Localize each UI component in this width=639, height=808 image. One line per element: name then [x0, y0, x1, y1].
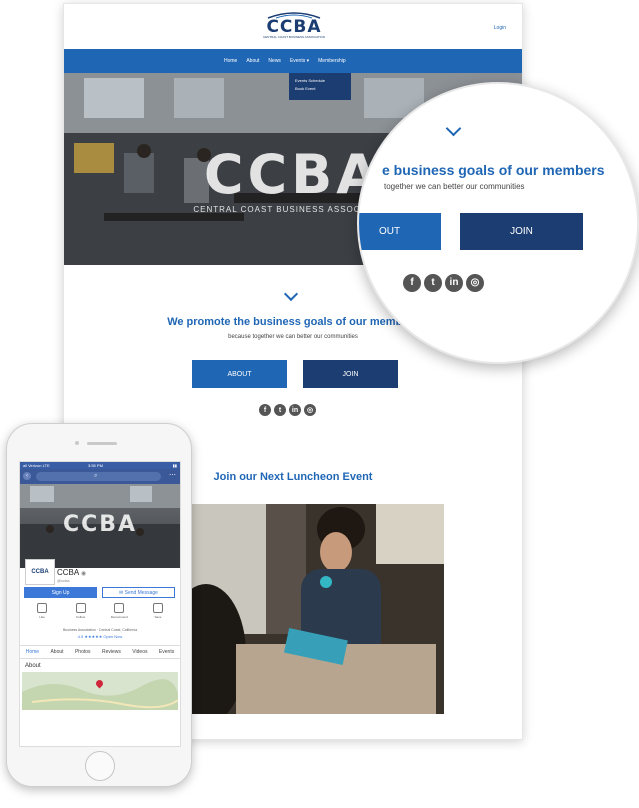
twitter-icon[interactable]: t	[424, 274, 442, 292]
search-icon: ⌕	[94, 473, 98, 479]
phone-screen: all Verizon LTE 3:55 PM ▮▮ ‹ ⌕ ⋯ CCBA CC…	[19, 461, 181, 747]
page-name-text: CCBA	[57, 568, 79, 577]
page-rating[interactable]: 4.9 ★★★★★ Open Now	[20, 634, 180, 639]
about-heading: About	[25, 663, 41, 669]
messenger-icon: ✉	[119, 589, 124, 596]
magnified-tagline-subtext: together we can better our communities	[384, 182, 525, 191]
save-action[interactable]: Save	[140, 603, 176, 619]
magnified-social-links: f t in ◎	[403, 274, 484, 292]
facebook-search-input[interactable]: ⌕	[36, 472, 161, 481]
tab-events[interactable]: Events	[159, 649, 174, 655]
tab-reviews[interactable]: Reviews	[102, 649, 121, 655]
page-description: Business Association · Central Coast, Ca…	[62, 628, 138, 632]
back-icon[interactable]: ‹	[23, 472, 31, 480]
clock-text: 3:55 PM	[88, 463, 103, 468]
battery-icon: ▮▮	[172, 463, 177, 468]
magnified-about-button[interactable]: OUT	[359, 213, 441, 250]
save-icon	[152, 603, 163, 613]
magnified-join-button[interactable]: JOIN	[460, 213, 583, 250]
join-button[interactable]: JOIN	[303, 360, 398, 388]
instagram-icon[interactable]: ◎	[304, 404, 316, 416]
nav-bar: Home About News Events ▾ Membership	[64, 49, 522, 73]
location-map[interactable]	[22, 672, 178, 710]
like-action[interactable]: Like	[24, 603, 60, 619]
login-link[interactable]: Login	[494, 25, 506, 31]
about-button[interactable]: ABOUT	[192, 360, 287, 388]
carrier-text: all Verizon LTE	[23, 463, 50, 468]
facebook-icon[interactable]: f	[403, 274, 421, 292]
front-camera	[75, 441, 79, 445]
linkedin-icon[interactable]: in	[289, 404, 301, 416]
facebook-icon[interactable]: f	[259, 404, 271, 416]
home-button[interactable]	[85, 751, 115, 781]
magnifier-callout: e business goals of our members together…	[357, 82, 639, 364]
luncheon-photo	[186, 504, 444, 714]
logo-subtitle: CENTRAL COAST BUSINESS ASSOCIATION	[263, 35, 325, 39]
social-links: f t in ◎	[259, 404, 316, 416]
dropdown-item-book-event[interactable]: Book Event	[295, 85, 345, 93]
scroll-down-chevron-icon[interactable]	[283, 286, 299, 302]
follow-icon	[75, 603, 86, 613]
page-name[interactable]: CCBA ◉	[57, 568, 86, 577]
facebook-top-bar: ‹ ⌕ ⋯	[20, 469, 180, 484]
send-message-label: Send Message	[124, 589, 158, 596]
recommend-icon	[114, 603, 125, 613]
luncheon-photo-image	[186, 504, 444, 714]
follow-action[interactable]: Follow	[63, 603, 99, 619]
page-avatar[interactable]: CCBA	[25, 559, 55, 585]
page-actions: Like Follow Recommend Save	[24, 603, 176, 619]
instagram-icon[interactable]: ◎	[466, 274, 484, 292]
recommend-action[interactable]: Recommend	[101, 603, 137, 619]
like-label: Like	[39, 615, 45, 619]
recommend-label: Recommend	[110, 615, 128, 619]
tab-about[interactable]: About	[50, 649, 63, 655]
phone-speaker	[87, 442, 117, 445]
page-handle: @ccba	[57, 578, 70, 583]
nav-item-events[interactable]: Events ▾	[290, 58, 309, 64]
nav-item-news[interactable]: News	[268, 58, 281, 64]
logo-text: CCBA	[266, 17, 322, 37]
magnified-tagline: e business goals of our members	[382, 162, 605, 178]
header: CCBA CENTRAL COAST BUSINESS ASSOCIATION …	[64, 4, 522, 49]
more-icon[interactable]: ⋯	[169, 471, 176, 481]
cover-photo: CCBA	[20, 484, 180, 568]
map-terrain-image	[22, 679, 178, 710]
events-dropdown: Events Schedule Book Event	[289, 73, 351, 100]
magnified-chevron-icon	[445, 120, 462, 137]
ccba-logo[interactable]: CCBA CENTRAL COAST BUSINESS ASSOCIATION	[262, 11, 326, 39]
status-bar: all Verizon LTE 3:55 PM ▮▮	[20, 462, 180, 469]
linkedin-icon[interactable]: in	[445, 274, 463, 292]
tab-home[interactable]: Home	[26, 649, 39, 655]
phone-mockup: all Verizon LTE 3:55 PM ▮▮ ‹ ⌕ ⋯ CCBA CC…	[6, 423, 192, 787]
nav-item-membership[interactable]: Membership	[318, 58, 346, 64]
save-label: Save	[154, 615, 162, 619]
follow-label: Follow	[76, 615, 85, 619]
page-tabs: Home About Photos Reviews Videos Events	[20, 645, 180, 659]
twitter-icon[interactable]: t	[274, 404, 286, 416]
like-icon	[37, 603, 47, 613]
cover-title: CCBA	[62, 512, 138, 537]
nav-item-home[interactable]: Home	[224, 58, 237, 64]
nav-item-about[interactable]: About	[246, 58, 259, 64]
tab-videos[interactable]: Videos	[132, 649, 147, 655]
sign-up-button[interactable]: Sign Up	[24, 587, 97, 598]
send-message-button[interactable]: ✉ Send Message	[102, 587, 175, 598]
verified-icon: ◉	[81, 571, 87, 577]
nav-item-events-label: Events	[289, 58, 306, 64]
tab-photos[interactable]: Photos	[75, 649, 91, 655]
dropdown-item-events-schedule[interactable]: Events Schedule	[295, 77, 345, 85]
